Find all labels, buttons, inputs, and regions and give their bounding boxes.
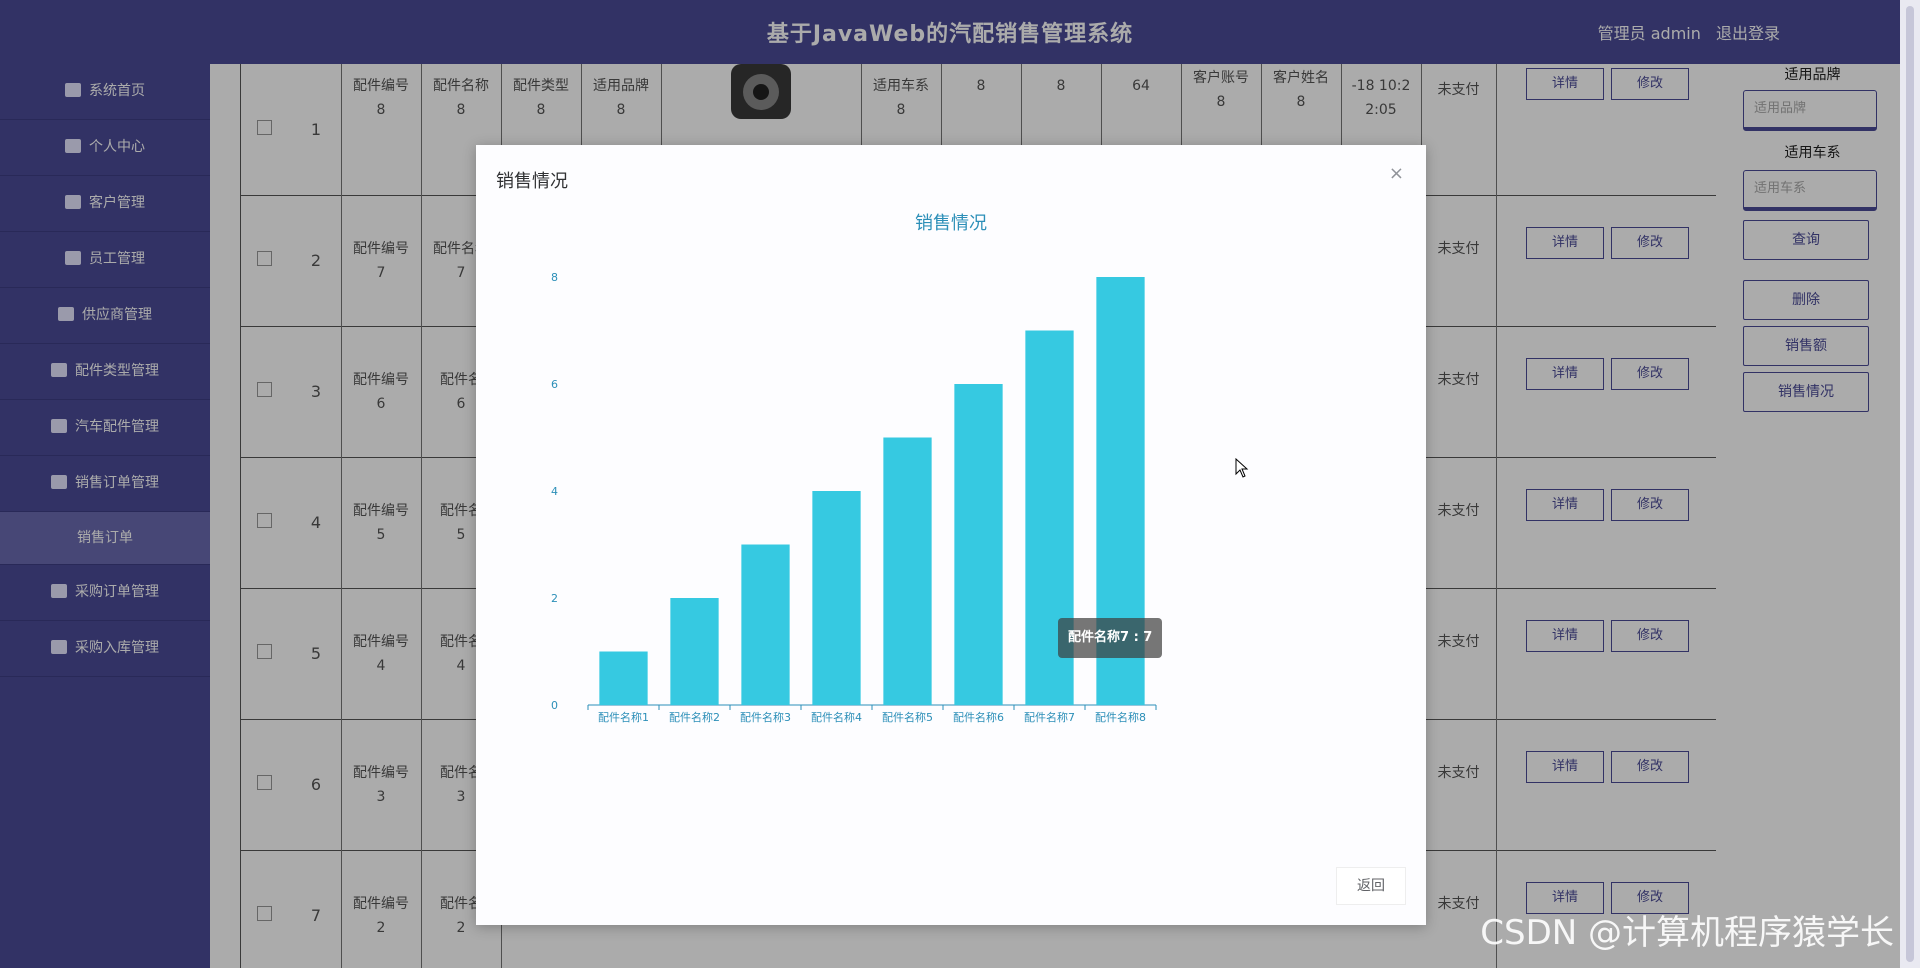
bar: [599, 651, 648, 705]
y-tick-label: 6: [551, 378, 558, 391]
bar: [883, 437, 932, 705]
mouse-pointer-icon: [1235, 458, 1249, 478]
x-tick-label: 配件名称8: [1095, 710, 1146, 724]
x-tick-label: 配件名称5: [882, 710, 933, 724]
sales-dialog: 销售情况 × 销售情况 0 2 4 6 8 配件名称1 配件名称2 配件名称3 配件名称4 配件名称…: [476, 145, 1426, 925]
x-tick-label: 配件名称3: [740, 710, 791, 724]
x-tick-label: 配件名称6: [953, 710, 1004, 724]
y-tick-label: 2: [551, 592, 558, 605]
close-icon[interactable]: ×: [1389, 163, 1404, 184]
scrollbar-thumb[interactable]: [1906, 6, 1914, 962]
x-tick-label: 配件名称2: [669, 710, 720, 724]
back-button[interactable]: 返回: [1336, 867, 1406, 905]
bar: [812, 491, 861, 705]
dialog-title: 销售情况: [496, 171, 568, 192]
x-tick-label: 配件名称1: [598, 710, 649, 724]
bar: [954, 384, 1003, 705]
bar: [741, 544, 790, 705]
chart-title: 销售情况: [915, 213, 987, 234]
x-tick-label: 配件名称4: [811, 710, 862, 724]
page-scrollbar[interactable]: [1900, 0, 1920, 968]
y-tick-label: 8: [551, 271, 558, 284]
sales-bar-chart: 销售情况 0 2 4 6 8 配件名称1 配件名称2 配件名称3 配件名称4 配件名称5 配件名称6 配…: [551, 213, 1157, 724]
chart-tooltip: 配件名称7 : 7: [1058, 618, 1163, 658]
bar: [670, 598, 719, 705]
x-tick-label: 配件名称7: [1024, 710, 1075, 724]
y-tick-label: 0: [551, 699, 558, 712]
y-tick-label: 4: [551, 485, 558, 498]
watermark: CSDN @计算机程序猿学长: [1480, 913, 1894, 953]
